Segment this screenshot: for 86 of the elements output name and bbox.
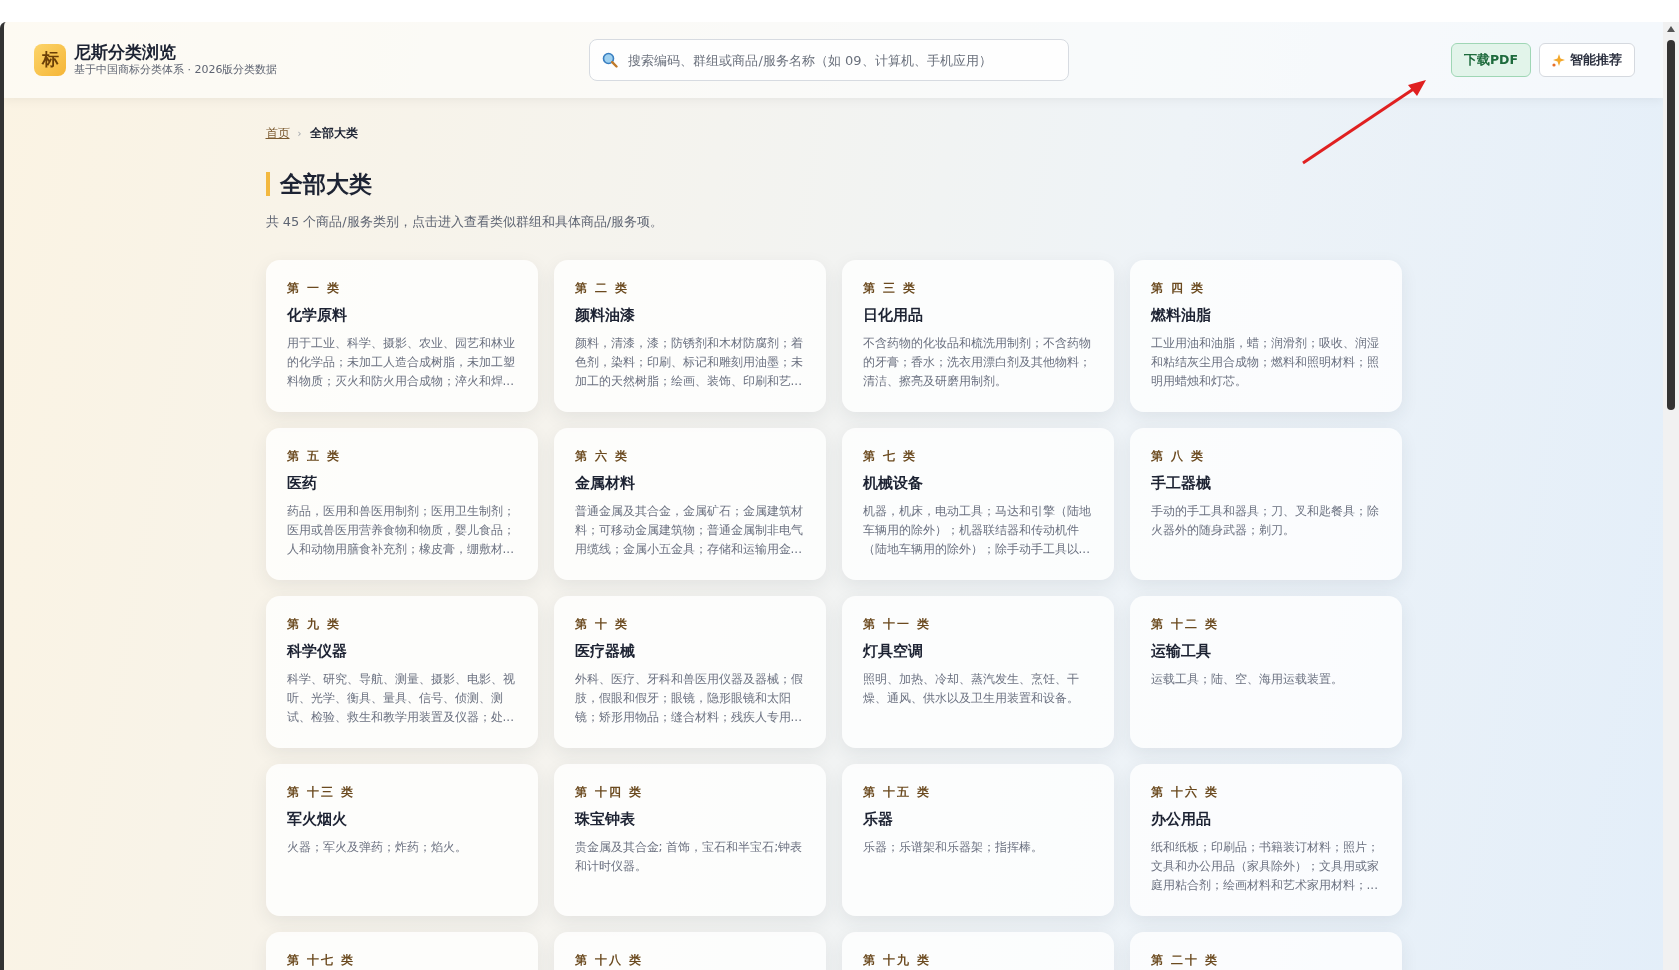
class-card[interactable]: 第 十五 类 乐器 乐器；乐谱架和乐器架；指挥棒。 [841,763,1114,916]
class-description: 火器；军火及弹药；炸药；焰火。 [286,839,468,857]
class-name: 珠宝钟表 [574,808,636,830]
class-card[interactable]: 第 十七 类 [265,931,538,970]
class-description: 外科、医疗、牙科和兽医用仪器及器械；假肢，假眼和假牙；眼镜，隐形眼镜和太阳镜；矫形用物品；缝合材料；残疾人专用... [574,671,804,727]
class-description: 照明、加热、冷却、蒸汽发生、烹饪、干燥、通风、供水以及卫生用装置和设备。 [862,671,1080,708]
class-number: 第 三 类 [862,279,918,297]
scroll-up-icon[interactable] [1667,26,1675,32]
class-number: 第 九 类 [286,615,342,633]
page-heading: 全部大类 [265,172,1402,197]
class-name: 机械设备 [862,472,924,494]
class-number: 第 四 类 [1150,279,1206,297]
class-name: 燃料油脂 [1150,304,1212,326]
class-name: 颜料油漆 [574,304,636,326]
recommend-button[interactable]: 智能推荐 [1539,43,1635,77]
class-number: 第 二十 类 [1150,951,1220,969]
class-description: 颜料，清漆，漆；防锈剂和木材防腐剂；着色剂，染料；印刷、标记和雕刻用油墨；未加工的天然树脂；绘画、装饰、印刷和艺... [574,335,804,391]
class-name: 化学原料 [286,304,348,326]
class-number: 第 十一 类 [862,615,932,633]
class-card[interactable]: 第 十一 类 灯具空调 照明、加热、冷却、蒸汽发生、烹饪、干燥、通风、供水以及卫生用装置和设备。 [841,595,1114,748]
class-number: 第 十 类 [574,615,630,633]
class-number: 第 十八 类 [574,951,644,969]
class-name: 医疗器械 [574,640,636,662]
breadcrumb-link[interactable]: 首页 [265,124,290,142]
class-card[interactable]: 第 十八 类 [553,931,826,970]
class-card[interactable]: 第 七 类 机械设备 机器，机床，电动工具；马达和引擎（陆地车辆用的除外）；机器联结器和传动机件（陆地车辆用的除外）；除手动手工具以... [841,427,1114,580]
class-card[interactable]: 第 十三 类 军火烟火 火器；军火及弹药；炸药；焰火。 [265,763,538,916]
class-name: 军火烟火 [286,808,348,830]
class-card[interactable]: 第 十 类 医疗器械 外科、医疗、牙科和兽医用仪器及器械；假肢，假眼和假牙；眼镜，隐形眼镜和太阳镜；矫形用物品；缝合材料；残疾人专用... [553,595,826,748]
class-card[interactable]: 第 二十 类 [1129,931,1402,970]
class-name: 科学仪器 [286,640,348,662]
app-title: 尼斯分类浏览 [74,41,177,62]
class-number: 第 十四 类 [574,783,644,801]
class-description: 机器，机床，电动工具；马达和引擎（陆地车辆用的除外）；机器联结器和传动机件（陆地车辆用的除外）；除手动手工具以... [862,503,1092,559]
class-description: 贵金属及其合金; 首饰，宝石和半宝石;钟表和计时仪器。 [574,839,804,876]
class-number: 第 十六 类 [1150,783,1220,801]
breadcrumb-current: 全部大类 [309,125,358,142]
logo: 标 [34,44,66,76]
class-number: 第 五 类 [286,447,342,465]
class-name: 日化用品 [862,304,924,326]
class-description: 药品，医用和兽医用制剂；医用卫生制剂；医用或兽医用营养食物和物质，婴儿食品；人和动物用膳食补充剂；橡皮膏，绷敷材... [286,503,516,559]
class-description: 用于工业、科学、摄影、农业、园艺和林业的化学品；未加工人造合成树脂，未加工塑料物质；灭火和防火用合成物；淬火和焊... [286,335,516,391]
class-card[interactable]: 第 一 类 化学原料 用于工业、科学、摄影、农业、园艺和林业的化学品；未加工人造合成树脂，未加工塑料物质；灭火和防火用合成物；淬火和焊... [265,259,538,412]
class-number: 第 十九 类 [862,951,932,969]
class-number: 第 六 类 [574,447,630,465]
class-card[interactable]: 第 四 类 燃料油脂 工业用油和油脂，蜡；润滑剂；吸收、润湿和粘结灰尘用合成物；燃料和照明材料；照明用蜡烛和灯芯。 [1129,259,1402,412]
search-field[interactable]: 搜索编码、群组或商品/服务名称（如 09、计算机、手机应用） [589,39,1070,81]
class-description: 手动的手工具和器具；刀、叉和匙餐具；除火器外的随身武器；剃刀。 [1150,503,1380,540]
class-number: 第 二 类 [574,279,630,297]
class-description: 运载工具；陆、空、海用运载装置。 [1150,671,1344,689]
app-subtitle: 基于中国商标分类体系 · 2026版分类数据 [74,61,278,78]
class-number: 第 八 类 [1150,447,1206,465]
class-description: 不含药物的化妆品和梳洗用制剂；不含药物的牙膏；香水；洗衣用漂白剂及其他物料；清洁、擦亮及研磨用制剂。 [862,335,1092,391]
class-number: 第 十二 类 [1150,615,1220,633]
class-name: 乐器 [862,808,894,830]
class-number: 第 十三 类 [286,783,356,801]
class-description: 普通金属及其合金，金属矿石；金属建筑材料；可移动金属建筑物；普通金属制非电气用缆线；金属小五金具；存储和运输用金... [574,503,804,559]
class-card[interactable]: 第 九 类 科学仪器 科学、研究、导航、测量、摄影、电影、视听、光学、衡具、量具、信号、侦测、测试、检验、救生和教学用装置及仪器；处... [265,595,538,748]
class-card[interactable]: 第 六 类 金属材料 普通金属及其合金，金属矿石；金属建筑材料；可移动金属建筑物；普通金属制非电气用缆线；金属小五金具；存储和运输用金... [553,427,826,580]
breadcrumb-separator: › [297,126,302,141]
class-card[interactable]: 第 十四 类 珠宝钟表 贵金属及其合金; 首饰，宝石和半宝石;钟表和计时仪器。 [553,763,826,916]
scrollbar-thumb[interactable] [1667,40,1675,410]
class-name: 金属材料 [574,472,636,494]
class-card[interactable]: 第 十九 类 [841,931,1114,970]
class-number: 第 十七 类 [286,951,356,969]
class-card[interactable]: 第 八 类 手工器械 手动的手工具和器具；刀、叉和匙餐具；除火器外的随身武器；剃刀。 [1129,427,1402,580]
download-pdf-button[interactable]: 下载PDF [1450,43,1531,77]
class-name: 办公用品 [1150,808,1212,830]
class-card[interactable]: 第 十六 类 办公用品 纸和纸板；印刷品；书籍装订材料；照片；文具和办公用品（家具除外）；文具用或家庭用粘合剂；绘画材料和艺术家用材料；... [1129,763,1402,916]
page-summary: 共 45 个商品/服务类别，点击进入查看类似群组和具体商品/服务项。 [265,213,665,232]
sparkle-icon [1552,53,1565,67]
class-card[interactable]: 第 二 类 颜料油漆 颜料，清漆，漆；防锈剂和木材防腐剂；着色剂，染料；印刷、标记和雕刻用油墨；未加工的天然树脂；绘画、装饰、印刷和艺... [553,259,826,412]
class-name: 手工器械 [1150,472,1212,494]
class-name: 运输工具 [1150,640,1212,662]
class-number: 第 七 类 [862,447,918,465]
class-number: 第 十五 类 [862,783,932,801]
class-description: 工业用油和油脂，蜡；润滑剂；吸收、润湿和粘结灰尘用合成物；燃料和照明材料；照明用蜡烛和灯芯。 [1150,335,1380,391]
class-card[interactable]: 第 三 类 日化用品 不含药物的化妆品和梳洗用制剂；不含药物的牙膏；香水；洗衣用漂白剂及其他物料；清洁、擦亮及研磨用制剂。 [841,259,1114,412]
class-name: 医药 [286,472,318,494]
class-description: 纸和纸板；印刷品；书籍装订材料；照片；文具和办公用品（家具除外）；文具用或家庭用粘合剂；绘画材料和艺术家用材料；... [1150,839,1380,895]
class-card[interactable]: 第 五 类 医药 药品，医用和兽医用制剂；医用卫生制剂；医用或兽医用营养食物和物质，婴儿食品；人和动物用膳食补充剂；橡皮膏，绷敷材... [265,427,538,580]
class-description: 科学、研究、导航、测量、摄影、电影、视听、光学、衡具、量具、信号、侦测、测试、检验、救生和教学用装置及仪器；处... [286,671,516,727]
class-card[interactable]: 第 十二 类 运输工具 运载工具；陆、空、海用运载装置。 [1129,595,1402,748]
class-number: 第 一 类 [286,279,342,297]
class-description: 乐器；乐谱架和乐器架；指挥棒。 [862,839,1044,857]
class-name: 灯具空调 [862,640,924,662]
